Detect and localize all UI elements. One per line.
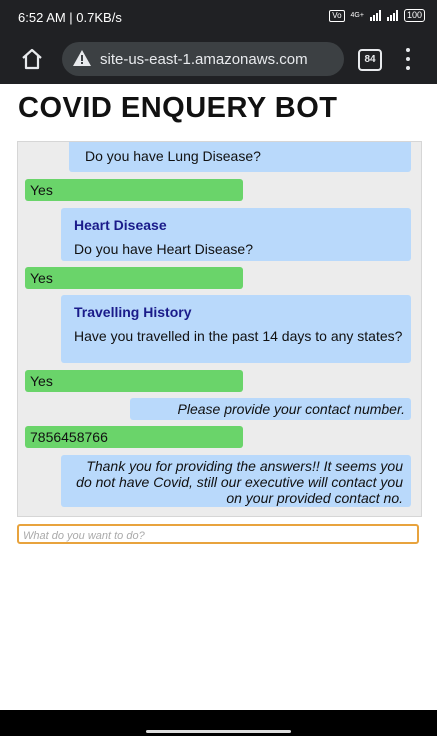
user-message: Yes [25, 370, 243, 392]
battery-icon: 100 [403, 9, 425, 22]
bot-message-text: Thank you for providing the answers!! It… [76, 458, 403, 506]
status-bar: 6:52 AM | 0.7KB/s Vo 4G+ 100 [0, 0, 437, 34]
bot-message-text: Please provide your contact number. [177, 401, 406, 417]
signal-2-icon [386, 10, 398, 21]
bot-message: Travelling History Have you travelled in… [61, 295, 411, 363]
bot-message: Do you have Lung Disease? [69, 142, 411, 172]
page-title: COVID ENQUERY BOT [18, 92, 338, 124]
bot-message-text: Do you have Lung Disease? [85, 148, 261, 164]
user-message-text: Yes [30, 182, 53, 198]
user-message-text: 7856458766 [30, 429, 108, 445]
chat-input-container [17, 524, 419, 544]
status-time: 6:52 AM | 0.7KB/s [18, 10, 122, 25]
bot-message-text: Have you travelled in the past 14 days t… [74, 328, 403, 344]
bot-message-title: Heart Disease [74, 217, 167, 233]
chat-input[interactable] [19, 528, 417, 544]
home-icon[interactable] [20, 48, 44, 70]
chat-window[interactable]: Do you have Lung Disease? Yes Heart Dise… [17, 141, 422, 517]
battery-level: 100 [406, 10, 422, 20]
bot-message: Please provide your contact number. [130, 398, 411, 420]
system-nav-bar [0, 710, 437, 736]
user-message: Yes [25, 179, 243, 201]
tab-switcher-button[interactable]: 84 [358, 49, 382, 71]
user-message-text: Yes [30, 270, 53, 286]
volte-icon: Vo [329, 9, 345, 22]
bot-message-title: Travelling History [74, 304, 192, 320]
network-type: 4G+ [350, 12, 364, 19]
user-message: 7856458766 [25, 426, 243, 448]
system-icons: Vo 4G+ 100 [329, 9, 425, 22]
warning-icon[interactable] [72, 49, 92, 71]
browser-toolbar: site-us-east-1.amazonaws.com 84 [0, 34, 437, 84]
bot-message-text: Do you have Heart Disease? [74, 241, 253, 257]
signal-icon [369, 10, 381, 21]
bot-message: Heart Disease Do you have Heart Disease? [61, 208, 411, 261]
user-message: Yes [25, 267, 243, 289]
url-bar[interactable]: site-us-east-1.amazonaws.com [62, 42, 344, 76]
home-gesture-pill[interactable] [146, 730, 291, 733]
bot-message: Thank you for providing the answers!! It… [61, 455, 411, 507]
more-menu-icon[interactable] [404, 48, 412, 70]
user-message-text: Yes [30, 373, 53, 389]
url-text: site-us-east-1.amazonaws.com [100, 51, 308, 68]
